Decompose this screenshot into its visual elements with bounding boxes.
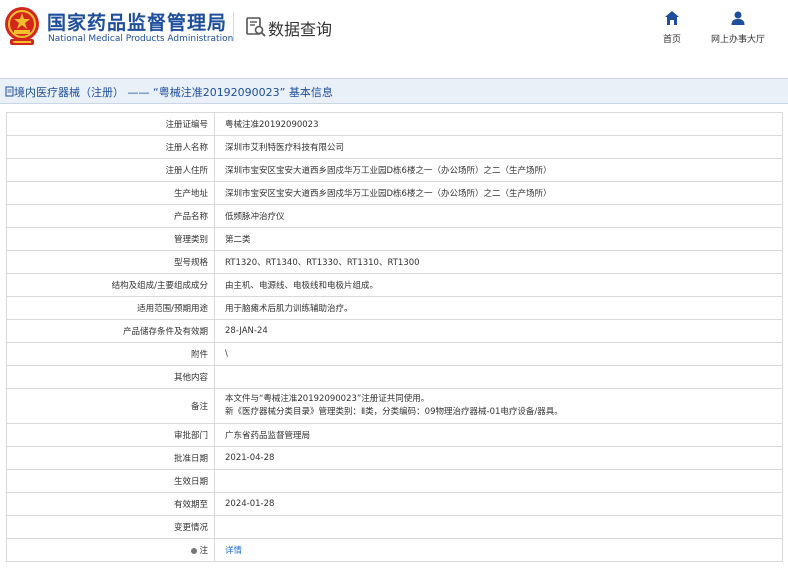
home-icon	[665, 11, 679, 25]
row-value: 详情	[214, 538, 783, 562]
table-row: 附件 \	[6, 342, 783, 366]
table-row: 有效期至 2024-01-28	[6, 492, 783, 516]
data-query-icon	[246, 17, 266, 37]
nav-home-label: 首页	[662, 35, 681, 45]
row-value: 广东省药品监督管理局	[214, 423, 783, 447]
row-value: 由主机、电源线、电极线和电极片组成。	[214, 273, 783, 297]
row-value: \	[214, 342, 783, 366]
table-row: 产品储存条件及有效期 28-JAN-24	[6, 319, 783, 343]
row-label: 产品储存条件及有效期	[6, 319, 215, 343]
table-row: 注册人住所 深圳市宝安区宝安大道西乡固戍华万工业园D栋6楼之一（办公场所）之二（…	[6, 158, 783, 182]
table-row: 管理类别 第二类	[6, 227, 783, 251]
table-row: 结构及组成/主要组成成分 由主机、电源线、电极线和电极片组成。	[6, 273, 783, 297]
brand-name-cn: 国家药品监督管理局	[47, 12, 228, 34]
row-value: RT1320、RT1340、RT1330、RT1310、RT1300	[214, 250, 783, 274]
nav-online-office-link[interactable]: 网上办事大厅	[706, 10, 770, 50]
table-row: 审批部门 广东省药品监督管理局	[6, 423, 783, 447]
row-value: 粤械注准20192090023	[214, 112, 783, 136]
table-row: 产品名称 低频脉冲治疗仪	[6, 204, 783, 228]
row-value: 低频脉冲治疗仪	[214, 204, 783, 228]
row-value: 2024-01-28	[214, 492, 783, 516]
row-label: 适用范围/预期用途	[6, 296, 215, 320]
user-icon	[731, 11, 745, 25]
row-label: 型号规格	[6, 250, 215, 274]
row-value	[214, 515, 783, 539]
row-value: 深圳市宝安区宝安大道西乡固戍华万工业园D栋6楼之一（办公场所）之二（生产场所）	[214, 181, 783, 205]
table-row: 批准日期 2021-04-28	[6, 446, 783, 470]
remark-line: 本文件与“粤械注准20192090023”注册证共同使用。	[225, 394, 430, 404]
row-label: 审批部门	[6, 423, 215, 447]
brand-name-en: National Medical Products Administration	[48, 34, 234, 44]
table-row: 注册人名称 深圳市艾利特医疗科技有限公司	[6, 135, 783, 159]
note-dot-icon	[191, 547, 198, 554]
row-label: 备注	[6, 388, 215, 424]
row-value-remarks: 本文件与“粤械注准20192090023”注册证共同使用。 新《医疗器械分类目录…	[214, 388, 783, 424]
row-value: 2021-04-28	[214, 446, 783, 470]
national-emblem-icon	[5, 7, 39, 45]
table-row: 其他内容	[6, 365, 783, 389]
row-value: 用于脑瘫术后肌力训练辅助治疗。	[214, 296, 783, 320]
basic-info-table: 注册证编号 粤械注准20192090023 注册人名称 深圳市艾利特医疗科技有限…	[6, 112, 783, 562]
header-divider	[233, 12, 234, 42]
row-label: 结构及组成/主要组成成分	[6, 273, 215, 297]
row-label: 生产地址	[6, 181, 215, 205]
row-label: 其他内容	[6, 365, 215, 389]
page-title-bar: 境内医疗器械（注册） —— “粤械注准20192090023” 基本信息	[0, 78, 788, 104]
table-row: 生产地址 深圳市宝安区宝安大道西乡固戍华万工业园D栋6楼之一（办公场所）之二（生…	[6, 181, 783, 205]
row-value: 28-JAN-24	[214, 319, 783, 343]
row-value: 深圳市宝安区宝安大道西乡固戍华万工业园D栋6楼之一（办公场所）之二（生产场所）	[214, 158, 783, 182]
table-row: 注 详情	[6, 538, 783, 562]
row-value	[214, 365, 783, 389]
table-row: 适用范围/预期用途 用于脑瘫术后肌力训练辅助治疗。	[6, 296, 783, 320]
table-row: 生效日期	[6, 469, 783, 493]
row-label: 生效日期	[6, 469, 215, 493]
row-label: 产品名称	[6, 204, 215, 228]
row-label: 批准日期	[6, 446, 215, 470]
row-label: 变更情况	[6, 515, 215, 539]
page-title: 境内医疗器械（注册） —— “粤械注准20192090023” 基本信息	[14, 86, 333, 99]
row-value: 第二类	[214, 227, 783, 251]
row-label: 注册人名称	[6, 135, 215, 159]
row-label: 附件	[6, 342, 215, 366]
nav-home-link[interactable]: 首页	[657, 10, 687, 50]
remark-line: 新《医疗器械分类目录》管理类别：Ⅱ类，分类编码：09物理治疗器械-01电疗设备/…	[225, 407, 563, 417]
table-row: 型号规格 RT1320、RT1340、RT1330、RT1310、RT1300	[6, 250, 783, 274]
table-row: 注册证编号 粤械注准20192090023	[6, 112, 783, 136]
row-label: 管理类别	[6, 227, 215, 251]
row-label: 有效期至	[6, 492, 215, 516]
table-row: 变更情况	[6, 515, 783, 539]
nav-online-office-label: 网上办事大厅	[710, 35, 765, 45]
note-label: 注	[199, 546, 208, 556]
row-value	[214, 469, 783, 493]
details-link[interactable]: 详情	[225, 546, 242, 556]
row-label: 注册证编号	[6, 112, 215, 136]
table-row: 备注 本文件与“粤械注准20192090023”注册证共同使用。 新《医疗器械分…	[6, 388, 783, 424]
site-header: 国家药品监督管理局 National Medical Products Admi…	[0, 0, 788, 62]
row-label: 注册人住所	[6, 158, 215, 182]
row-value: 深圳市艾利特医疗科技有限公司	[214, 135, 783, 159]
data-query-title: 数据查询	[268, 20, 333, 39]
row-label-note: 注	[6, 538, 215, 562]
